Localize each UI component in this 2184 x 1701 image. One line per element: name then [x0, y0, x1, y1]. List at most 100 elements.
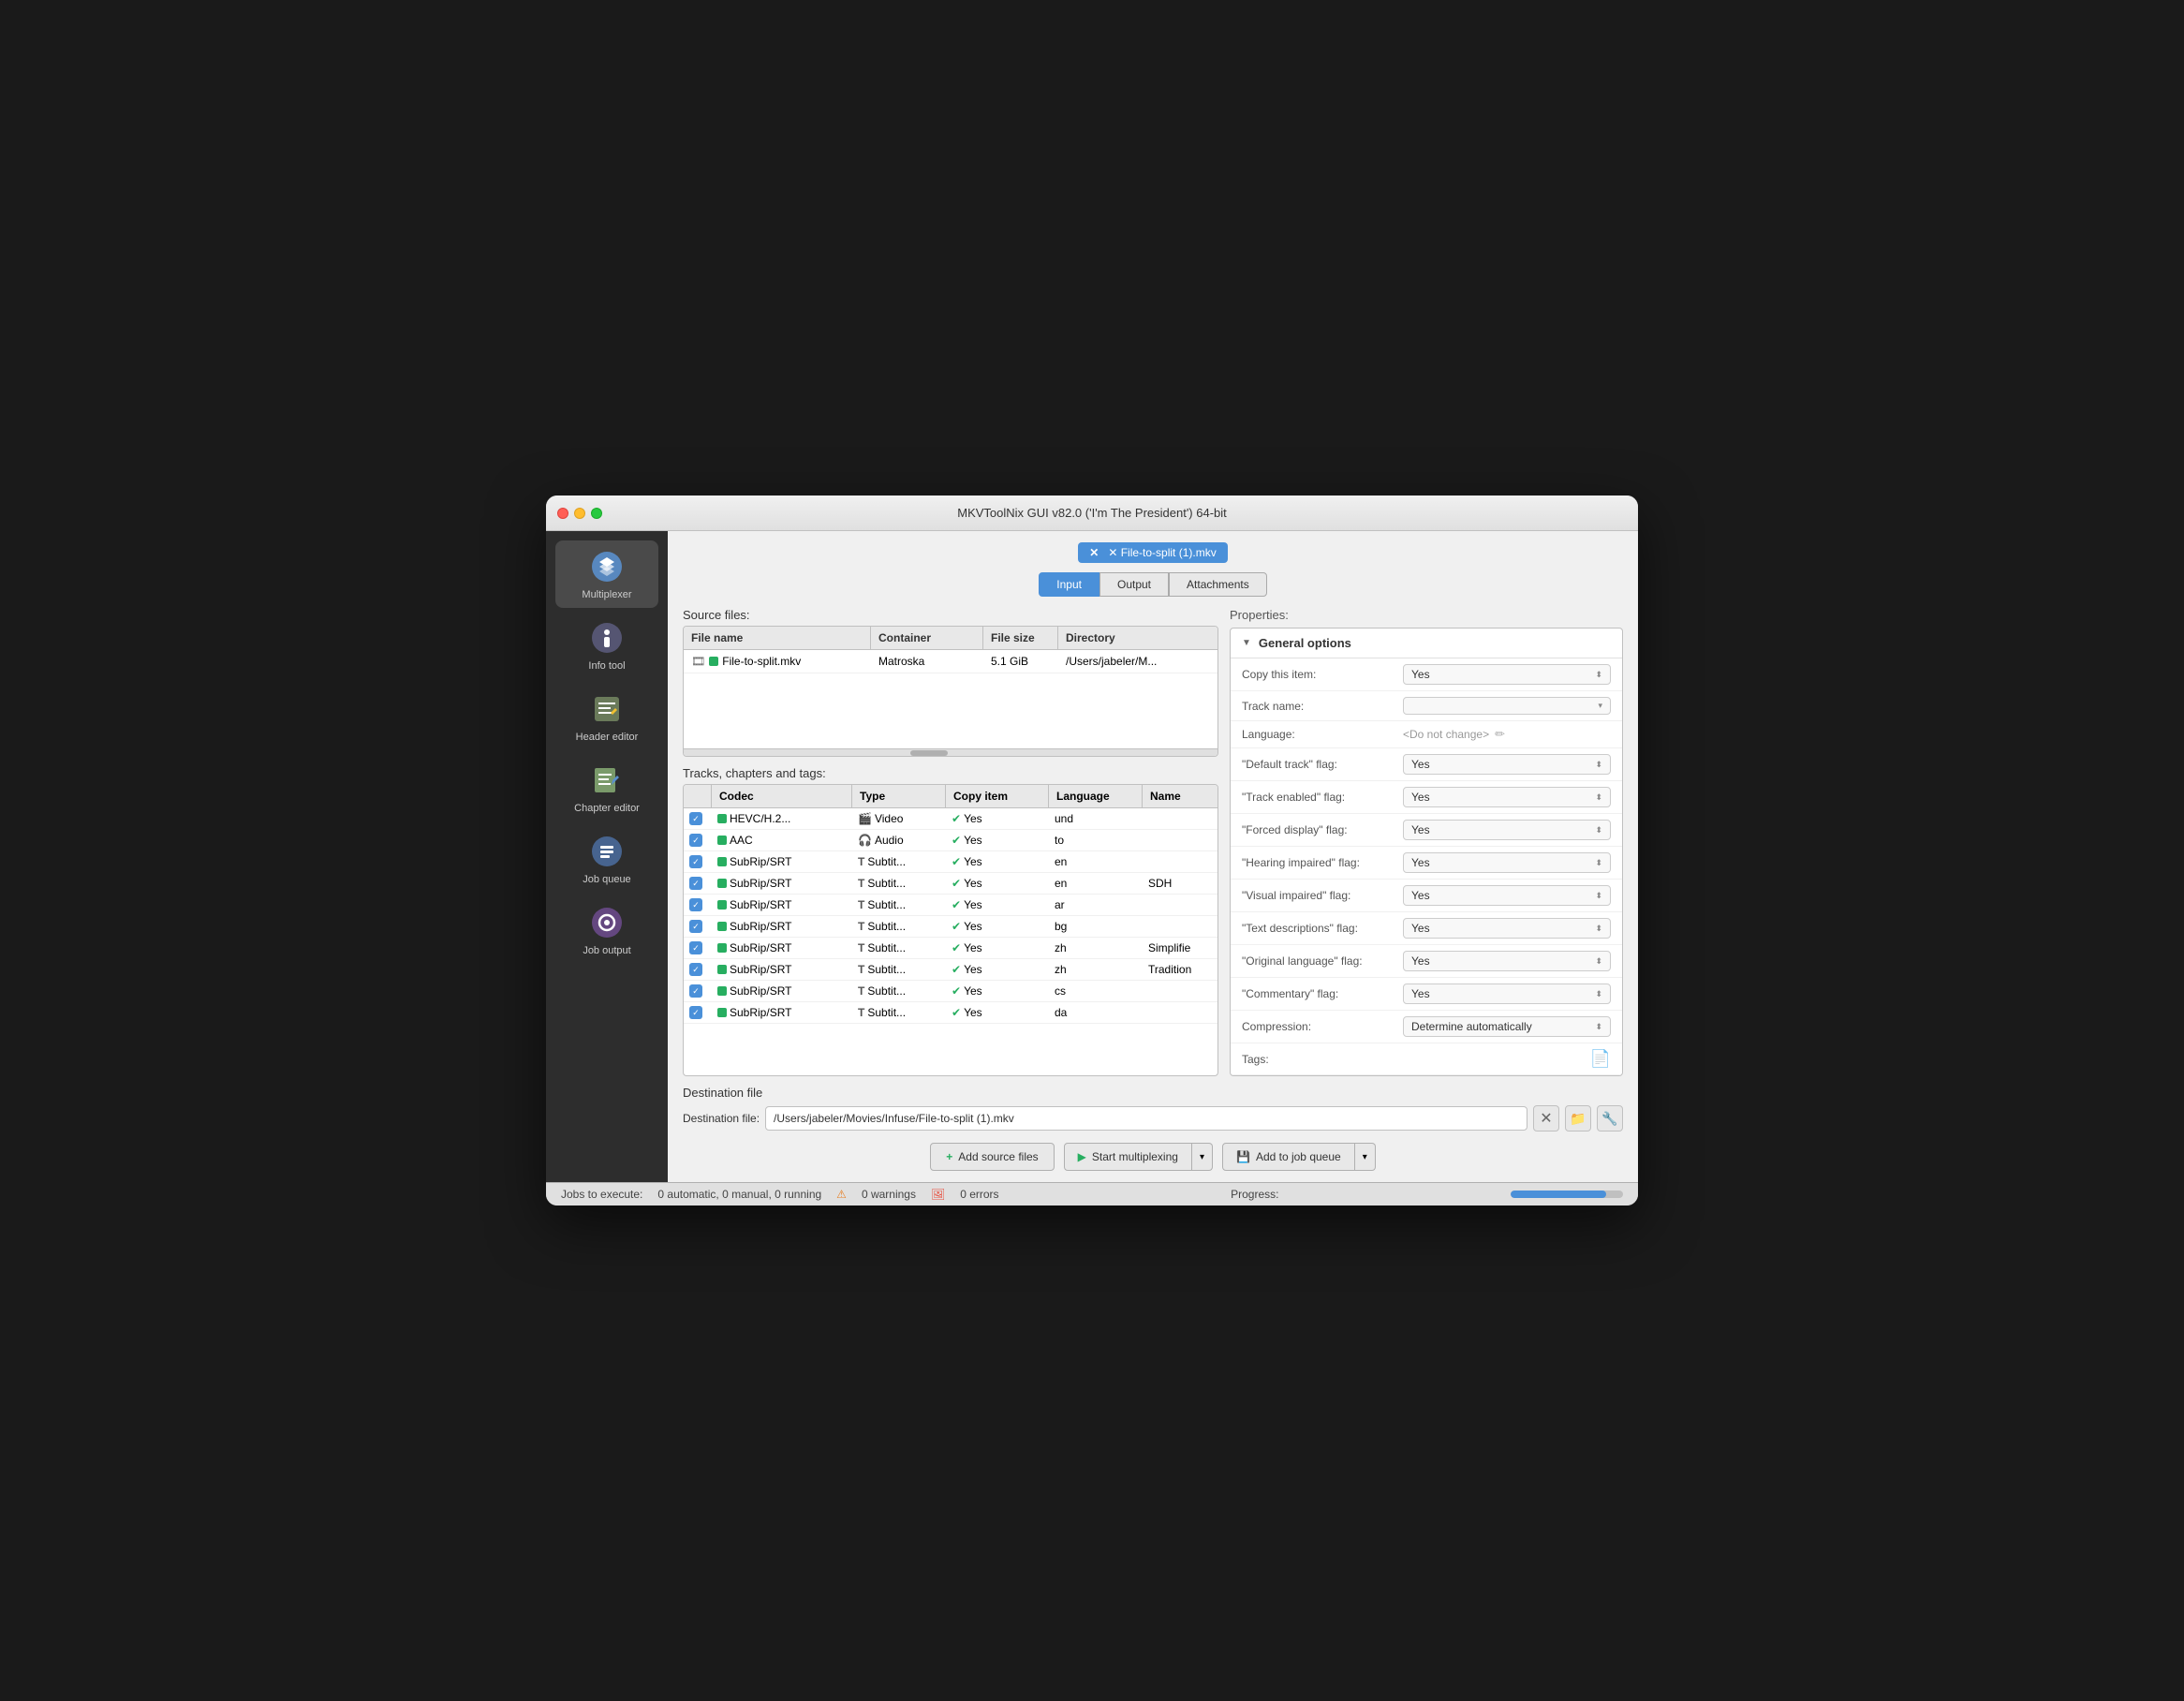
tracks-label: Tracks, chapters and tags:: [683, 766, 1218, 780]
start-mux-dropdown-button[interactable]: ▾: [1192, 1143, 1213, 1171]
general-options-label: General options: [1259, 636, 1351, 650]
track-codec-0: HEVC/H.2...: [712, 808, 852, 829]
collapse-arrow-icon[interactable]: ▼: [1242, 638, 1251, 648]
tab-bar: Input Output Attachments: [683, 572, 1623, 597]
destination-path-label: Destination file:: [683, 1112, 760, 1125]
add-source-button[interactable]: + Add source files: [930, 1143, 1054, 1171]
track-checkbox-9[interactable]: ✓: [684, 1002, 712, 1023]
track-codec-8: SubRip/SRT: [712, 981, 852, 1001]
track-checkbox-3[interactable]: ✓: [684, 873, 712, 894]
track-lang-5: bg: [1049, 916, 1143, 937]
property-row-compression: Compression: Determine automatically ⬍: [1231, 1011, 1622, 1043]
track-checkbox-4[interactable]: ✓: [684, 895, 712, 915]
track-row[interactable]: ✓ SubRip/SRT T Subtit... ✔ Yes: [684, 938, 1217, 959]
tracks-section: Tracks, chapters and tags: Codec Type Co…: [683, 766, 1218, 1076]
track-type-6: T Subtit...: [852, 938, 946, 958]
file-type-icon: 🎞: [691, 655, 705, 668]
header-editor-icon: [588, 690, 626, 728]
track-row[interactable]: ✓ SubRip/SRT T Subtit... ✔ Yes: [684, 959, 1217, 981]
track-lang-3: en: [1049, 873, 1143, 894]
prop-select-forced[interactable]: Yes ⬍: [1403, 820, 1611, 840]
file-tab[interactable]: ✕ ✕ File-to-split (1).mkv: [1078, 542, 1227, 563]
sidebar-item-job-output[interactable]: Job output: [555, 896, 658, 964]
start-mux-button[interactable]: ▶ Start multiplexing: [1064, 1143, 1192, 1171]
track-codec-9: SubRip/SRT: [712, 1002, 852, 1023]
start-mux-play-icon: ▶: [1078, 1150, 1086, 1163]
track-row[interactable]: ✓ SubRip/SRT T Subtit... ✔ Yes: [684, 916, 1217, 938]
track-row[interactable]: ✓ AAC 🎧 Audio ✔ Yes to: [684, 830, 1217, 851]
general-options-box: ▼ General options Copy this item: Yes ⬍: [1230, 628, 1623, 1076]
warning-icon: ⚠: [836, 1188, 847, 1201]
sidebar-item-chapter-editor[interactable]: Chapter editor: [555, 754, 658, 821]
add-job-dropdown-button[interactable]: ▾: [1355, 1143, 1376, 1171]
sidebar-item-job-queue[interactable]: Job queue: [555, 825, 658, 893]
property-row-default: "Default track" flag: Yes ⬍: [1231, 748, 1622, 781]
close-button[interactable]: [557, 508, 568, 519]
edit-language-icon[interactable]: ✏: [1495, 727, 1505, 742]
track-checkbox-2[interactable]: ✓: [684, 851, 712, 872]
prop-select-enabled[interactable]: Yes ⬍: [1403, 787, 1611, 807]
sidebar-item-multiplexer[interactable]: Multiplexer: [555, 540, 658, 608]
property-row-language: Language: <Do not change> ✏: [1231, 721, 1622, 748]
prop-value-origlang: Yes ⬍: [1403, 951, 1611, 971]
prop-value-hearing: Yes ⬍: [1403, 852, 1611, 873]
destination-browse-button[interactable]: 📁: [1565, 1105, 1591, 1132]
track-copy-8: ✔ Yes: [946, 981, 1049, 1001]
track-type-9: T Subtit...: [852, 1002, 946, 1023]
prop-select-textdesc[interactable]: Yes ⬍: [1403, 918, 1611, 939]
destination-options-button[interactable]: 🔧: [1597, 1105, 1623, 1132]
prop-select-trackname[interactable]: ▾: [1403, 697, 1611, 715]
track-type-0: 🎬 Video: [852, 808, 946, 829]
source-files-section: Source files: File name Container File s…: [683, 608, 1218, 757]
track-name-4: [1143, 895, 1217, 915]
prop-select-hearing[interactable]: Yes ⬍: [1403, 852, 1611, 873]
sidebar-item-header-editor[interactable]: Header editor: [555, 683, 658, 750]
track-checkbox-7[interactable]: ✓: [684, 959, 712, 980]
prop-select-copy[interactable]: Yes ⬍: [1403, 664, 1611, 685]
maximize-button[interactable]: [591, 508, 602, 519]
track-codec-2: SubRip/SRT: [712, 851, 852, 872]
destination-clear-button[interactable]: ✕: [1533, 1105, 1559, 1132]
chapter-editor-icon: [588, 762, 626, 799]
tab-input[interactable]: Input: [1039, 572, 1099, 597]
main-window: MKVToolNix GUI v82.0 ('I'm The President…: [546, 496, 1638, 1205]
chevron-down-icon: ▾: [1598, 701, 1602, 711]
sidebar-item-job-output-label: Job output: [583, 945, 630, 956]
track-row[interactable]: ✓ HEVC/H.2... 🎬 Video ✔ Yes: [684, 808, 1217, 830]
source-cell-container: Matroska: [871, 650, 983, 673]
prop-select-commentary[interactable]: Yes ⬍: [1403, 984, 1611, 1004]
prop-select-default[interactable]: Yes ⬍: [1403, 754, 1611, 775]
track-codec-4: SubRip/SRT: [712, 895, 852, 915]
track-lang-9: da: [1049, 1002, 1143, 1023]
track-row[interactable]: ✓ SubRip/SRT T Subtit... ✔ Yes: [684, 873, 1217, 895]
track-row[interactable]: ✓ SubRip/SRT T Subtit... ✔ Yes: [684, 981, 1217, 1002]
prop-label-compression: Compression:: [1242, 1020, 1392, 1033]
track-checkbox-6[interactable]: ✓: [684, 938, 712, 958]
traffic-lights: [557, 508, 602, 519]
minimize-button[interactable]: [574, 508, 585, 519]
track-row[interactable]: ✓ SubRip/SRT T Subtit... ✔ Yes: [684, 851, 1217, 873]
source-scrollbar[interactable]: [684, 748, 1217, 756]
track-row[interactable]: ✓ SubRip/SRT T Subtit... ✔ Yes: [684, 895, 1217, 916]
track-checkbox-0[interactable]: ✓: [684, 808, 712, 829]
add-job-button[interactable]: 💾 Add to job queue: [1222, 1143, 1355, 1171]
track-lang-7: zh: [1049, 959, 1143, 980]
prop-select-visual[interactable]: Yes ⬍: [1403, 885, 1611, 906]
tags-browse-icon[interactable]: 📄: [1590, 1049, 1611, 1069]
col-copy: Copy item: [946, 785, 1049, 807]
tab-output[interactable]: Output: [1099, 572, 1169, 597]
track-checkbox-8[interactable]: ✓: [684, 981, 712, 1001]
prop-select-compression[interactable]: Determine automatically ⬍: [1403, 1016, 1611, 1037]
prop-select-origlang[interactable]: Yes ⬍: [1403, 951, 1611, 971]
prop-value-tags: 📄: [1403, 1049, 1611, 1069]
track-checkbox-1[interactable]: ✓: [684, 830, 712, 850]
destination-path-input[interactable]: [765, 1106, 1527, 1131]
sidebar-item-info-tool[interactable]: Info tool: [555, 612, 658, 679]
track-row[interactable]: ✓ SubRip/SRT T Subtit... ✔ Yes: [684, 1002, 1217, 1024]
job-queue-icon: [588, 833, 626, 870]
tab-attachments[interactable]: Attachments: [1169, 572, 1267, 597]
file-tab-close[interactable]: ✕: [1089, 546, 1099, 559]
track-checkbox-5[interactable]: ✓: [684, 916, 712, 937]
track-name-2: [1143, 851, 1217, 872]
source-file-row[interactable]: 🎞 File-to-split.mkv Matroska 5.1 GiB /Us…: [684, 650, 1217, 673]
